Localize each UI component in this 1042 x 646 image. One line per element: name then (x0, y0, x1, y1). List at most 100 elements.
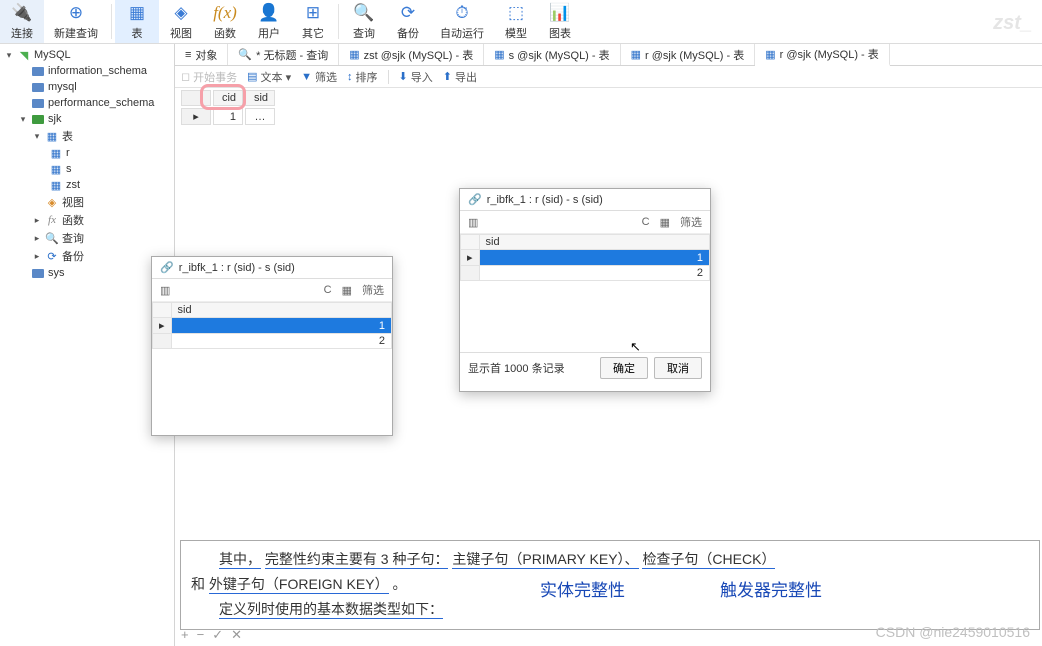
db-sjk[interactable]: ▾sjk (0, 111, 174, 127)
separator (388, 70, 389, 84)
sort-btn[interactable]: ↕排序 (347, 69, 378, 85)
fk-grid[interactable]: sid ▸1 2 (460, 234, 710, 281)
db-information-schema[interactable]: information_schema (0, 63, 174, 79)
db-sys[interactable]: sys (0, 265, 174, 281)
ok-button[interactable]: 确定 (600, 357, 648, 379)
link-icon: 🔗 (468, 193, 482, 206)
refresh-icon[interactable]: C (642, 216, 650, 228)
database-icon (31, 266, 45, 280)
tab-untitled-query[interactable]: 🔍* 无标题 - 查询 (228, 44, 339, 65)
add-icon[interactable]: + (181, 627, 189, 643)
note-check: 检查子句（CHECK） (642, 551, 775, 569)
handwriting-1: 实体完整性 (540, 576, 625, 601)
cell-cid[interactable]: 1 (213, 108, 243, 125)
panel-title: 🔗r_ibfk_1 : r (sid) - s (sid) (460, 189, 710, 211)
ribbon-autorun[interactable]: ⏱自动运行 (430, 0, 494, 43)
ribbon-backup[interactable]: ⟳备份 (386, 0, 430, 43)
ribbon-function[interactable]: f(x)函数 (203, 0, 247, 43)
cancel-icon[interactable]: ✕ (231, 627, 242, 643)
cancel-button[interactable]: 取消 (654, 357, 702, 379)
col-sid[interactable]: sid (171, 303, 391, 318)
form-view-icon[interactable]: ▥ (468, 216, 478, 229)
note-foreign-key: 外键子句（FOREIGN KEY） (209, 576, 389, 594)
note-primary-key: 主键子句（PRIMARY KEY）、 (452, 551, 638, 569)
tab-s-table[interactable]: ▦s @sjk (MySQL) - 表 (484, 44, 620, 65)
row-header (461, 235, 480, 250)
col-sid[interactable]: sid (479, 235, 709, 250)
database-icon (31, 64, 45, 78)
connection-tree: ▾◥MySQL information_schema mysql perform… (0, 44, 175, 646)
query-icon: 🔍 (45, 231, 59, 245)
ribbon-chart[interactable]: 📊图表 (538, 0, 582, 43)
table-r[interactable]: ▦r (0, 145, 174, 161)
db-performance-schema[interactable]: performance_schema (0, 95, 174, 111)
commit-icon[interactable]: ✓ (212, 627, 223, 643)
new-query-icon: ⊕ (65, 2, 87, 24)
conn-mysql[interactable]: ▾◥MySQL (0, 47, 174, 63)
link-icon: 🔗 (160, 261, 174, 274)
export-btn[interactable]: ⬆导出 (443, 69, 477, 85)
tables-icon: ▦ (45, 129, 59, 143)
note-text: 。 (392, 576, 406, 592)
db-mysql[interactable]: mysql (0, 79, 174, 95)
ribbon-query[interactable]: 🔍查询 (342, 0, 386, 43)
ribbon-view[interactable]: ◈视图 (159, 0, 203, 43)
tab-zst-table[interactable]: ▦zst @sjk (MySQL) - 表 (339, 44, 484, 65)
import-btn[interactable]: ⬇导入 (399, 69, 433, 85)
data-toolbar: ◻开始事务 ▤文本 ▾ ▼筛选 ↕排序 ⬇导入 ⬆导出 (175, 66, 1042, 88)
folder-queries[interactable]: ▸🔍查询 (0, 229, 174, 247)
begin-transaction[interactable]: ◻开始事务 (181, 69, 237, 85)
folder-backups[interactable]: ▸⟳备份 (0, 247, 174, 265)
folder-functions[interactable]: ▸fx函数 (0, 211, 174, 229)
search-icon: 🔍 (238, 48, 252, 61)
table-icon: ▦ (349, 48, 359, 61)
col-sid[interactable]: sid (245, 90, 275, 106)
editor-tabs: ≡对象 🔍* 无标题 - 查询 ▦zst @sjk (MySQL) - 表 ▦s… (175, 44, 1042, 66)
form-view-icon[interactable]: ▥ (160, 284, 170, 297)
table-icon: ▦ (49, 162, 63, 176)
ribbon-model[interactable]: ⬚模型 (494, 0, 538, 43)
grid-icon[interactable]: ▦ (342, 284, 352, 297)
folder-tables[interactable]: ▾▦表 (0, 127, 174, 145)
note-datatypes: 定义列时使用的基本数据类型如下： (219, 601, 443, 619)
row-pointer: ▸ (181, 108, 211, 125)
table-icon: ▦ (494, 48, 504, 61)
fk-row-2[interactable]: 2 (461, 266, 710, 281)
filter-label[interactable]: 筛选 (680, 214, 702, 230)
table-s[interactable]: ▦s (0, 161, 174, 177)
fk-row-1[interactable]: ▸1 (461, 250, 710, 266)
remove-icon[interactable]: − (197, 627, 205, 643)
backup-icon: ⟳ (397, 2, 419, 24)
folder-views[interactable]: ◈视图 (0, 193, 174, 211)
tab-r-table-2[interactable]: ▦r @sjk (MySQL) - 表 (755, 44, 890, 66)
refresh-icon[interactable]: C (324, 284, 332, 296)
ribbon-new-query[interactable]: ⊕新建查询 (44, 0, 108, 43)
filter-label[interactable]: 筛选 (362, 282, 384, 298)
handwriting-2: 触发器完整性 (720, 576, 822, 601)
grid-icon[interactable]: ▦ (660, 216, 670, 229)
status-bar: + − ✓ ✕ (175, 624, 248, 646)
text-mode[interactable]: ▤文本 ▾ (247, 69, 291, 85)
table-zst[interactable]: ▦zst (0, 177, 174, 193)
col-cid[interactable]: cid (213, 90, 243, 106)
panel-title: 🔗r_ibfk_1 : r (sid) - s (sid) (152, 257, 392, 279)
fk-row-2[interactable]: 2 (153, 334, 392, 349)
fk-grid[interactable]: sid ▸1 2 (152, 302, 392, 349)
panel-toolbar: ▥ C ▦ 筛选 (152, 279, 392, 302)
ribbon-table[interactable]: ▦表 (115, 0, 159, 43)
ribbon-connect[interactable]: 🔌连接 (0, 0, 44, 43)
fk-row-1[interactable]: ▸1 (153, 318, 392, 334)
cell-sid[interactable]: … (245, 108, 275, 125)
ribbon-other[interactable]: ⊞其它 (291, 0, 335, 43)
filter-icon: ▼ (301, 71, 312, 83)
ribbon-user[interactable]: 👤用户 (247, 0, 291, 43)
filter-btn[interactable]: ▼筛选 (301, 69, 337, 85)
table-icon: ▦ (631, 48, 641, 61)
textbook-snippet: 其中， 完整性约束主要有 3 种子句： 主键子句（PRIMARY KEY）、 检… (180, 540, 1040, 630)
tab-objects[interactable]: ≡对象 (175, 44, 228, 65)
tab-r-table-1[interactable]: ▦r @sjk (MySQL) - 表 (621, 44, 756, 65)
data-grid[interactable]: cidsid ▸1… (179, 88, 277, 127)
view-icon: ◈ (170, 2, 192, 24)
fx-icon: f(x) (214, 2, 236, 24)
view-icon: ◈ (45, 195, 59, 209)
